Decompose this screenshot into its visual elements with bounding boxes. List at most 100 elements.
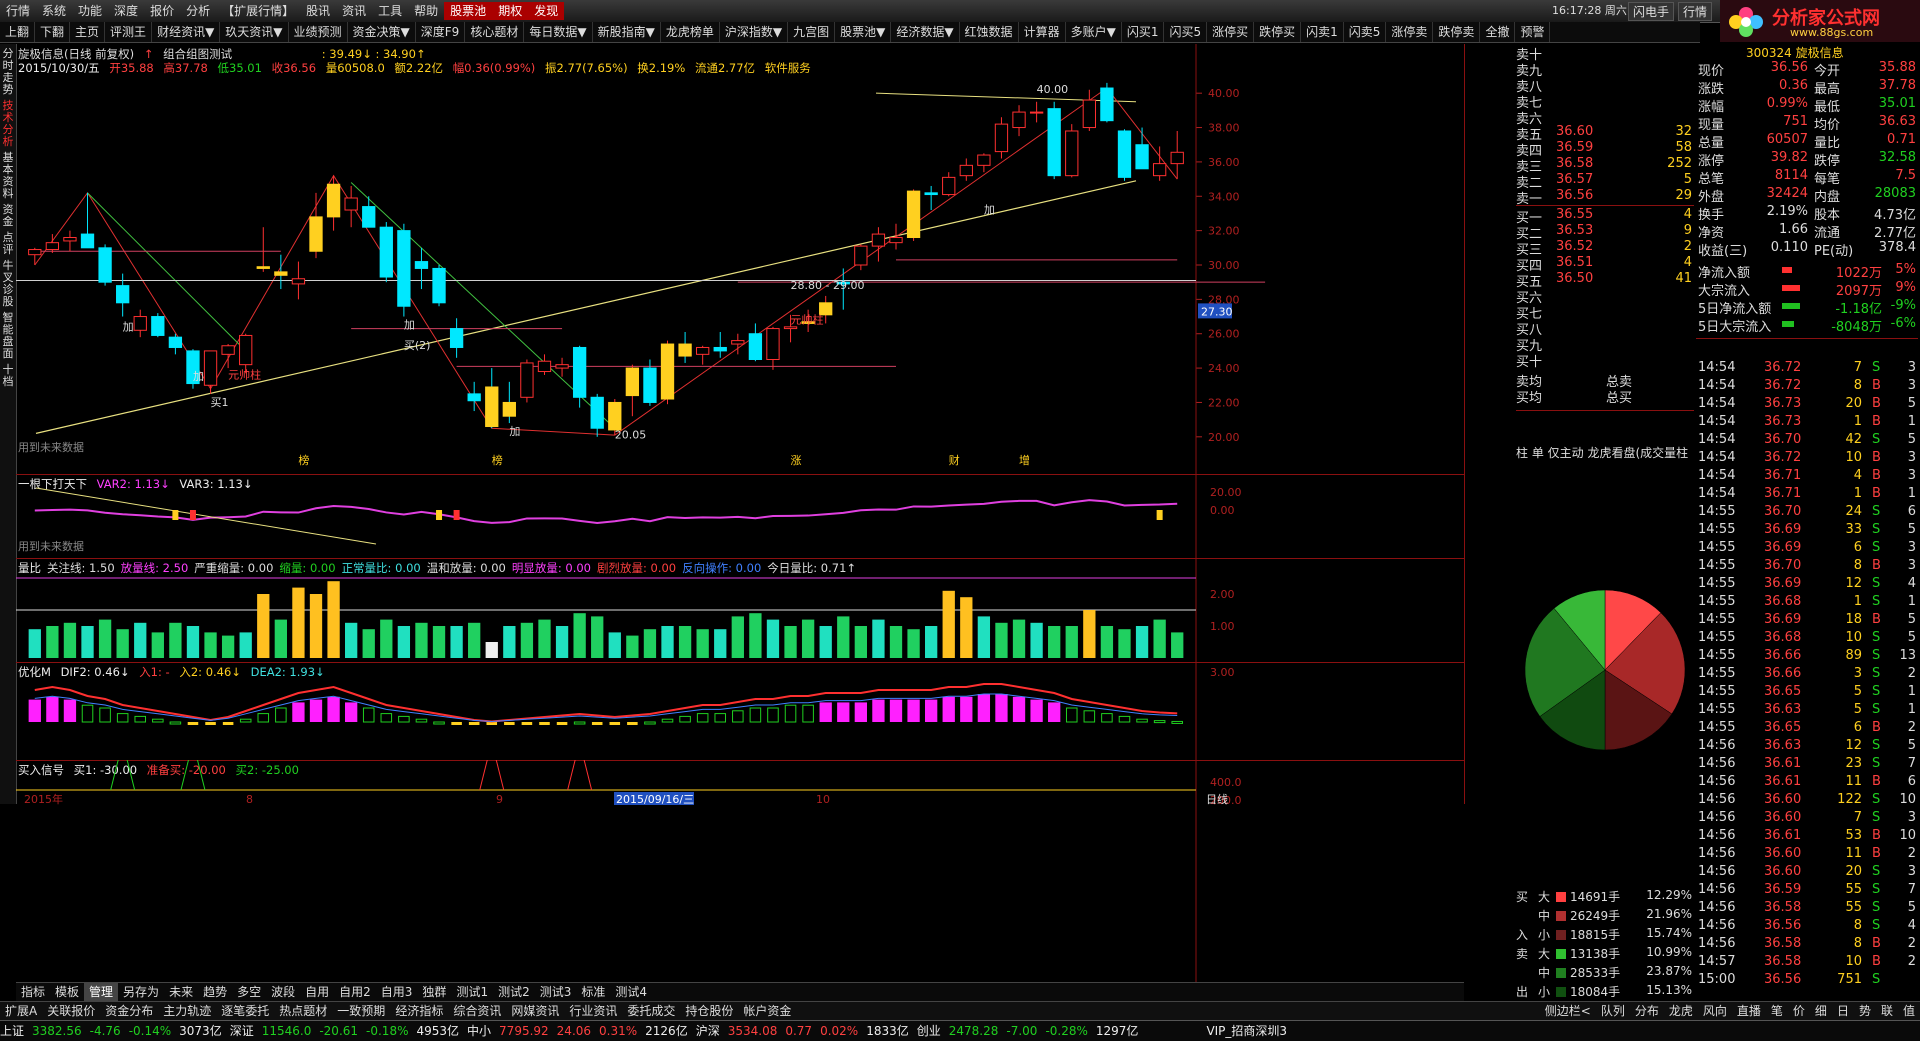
candle[interactable] [414, 247, 429, 290]
candle[interactable] [326, 175, 341, 231]
toolbar-item[interactable]: 跌停卖 [1433, 22, 1481, 42]
function-tab[interactable]: 行业资讯 [564, 1002, 622, 1020]
bid-row[interactable]: 买三 36.52 2 [1516, 239, 1694, 258]
left-tab[interactable]: 点评 [1, 232, 15, 256]
toolbar-item[interactable]: 预警 [1515, 22, 1551, 42]
bid-row[interactable]: 买七 [1516, 303, 1694, 322]
left-tab[interactable]: 牛叉诊股 [1, 260, 15, 308]
function-tab[interactable]: 关联报价 [42, 1002, 100, 1020]
toolbar-item[interactable]: 评测王 [105, 22, 153, 42]
ask-row[interactable]: 卖七 [1516, 92, 1694, 111]
candle[interactable] [1012, 105, 1026, 137]
ask-row[interactable]: 卖一 36.56 29 [1516, 188, 1694, 207]
candle[interactable] [555, 357, 569, 377]
toolbar-item[interactable]: 核心题材 [465, 22, 525, 42]
function-tab[interactable]: 一致预期 [332, 1002, 390, 1020]
ask-row[interactable]: 卖二 36.57 5 [1516, 172, 1694, 191]
bid-row[interactable]: 买四 36.51 4 [1516, 255, 1694, 274]
candle[interactable] [291, 261, 306, 300]
candle[interactable] [449, 318, 464, 358]
toolbar-item[interactable]: 深度F9 [416, 22, 466, 42]
toolbar-item[interactable]: 计算器 [1019, 22, 1066, 42]
toolbar-item[interactable]: 跌停买 [1254, 22, 1302, 42]
function-tab[interactable]: 委托成交 [622, 1002, 680, 1020]
ask-row[interactable]: 卖十 [1516, 44, 1694, 63]
candle[interactable] [994, 117, 1009, 159]
candle[interactable] [713, 332, 727, 358]
bid-row[interactable]: 买六 [1516, 287, 1694, 306]
template-tab[interactable]: 多空 [232, 983, 266, 1001]
candle[interactable] [1117, 129, 1132, 181]
menu-item[interactable]: 深度 [108, 2, 144, 20]
toolbar-item[interactable]: 涨停卖 [1386, 22, 1434, 42]
side-tab[interactable]: 直播 [1732, 1002, 1766, 1020]
toolbar-item[interactable]: 业绩预测 [289, 22, 348, 42]
toolbar-item[interactable]: 涨停买 [1207, 22, 1255, 42]
function-tab[interactable]: 扩展A [0, 1002, 42, 1020]
side-tab[interactable]: 分布 [1630, 1002, 1664, 1020]
menu-item[interactable]: 报价 [144, 2, 180, 20]
candle[interactable] [432, 265, 446, 307]
menu-item[interactable]: 工具 [372, 2, 408, 20]
candle[interactable] [977, 153, 991, 173]
function-tab[interactable]: 综合资讯 [448, 1002, 506, 1020]
candle[interactable] [1029, 101, 1044, 123]
toolbar-item[interactable]: 沪深指数▼ [720, 22, 789, 42]
template-tab[interactable]: 自用2 [334, 983, 376, 1001]
ask-row[interactable]: 卖九 [1516, 60, 1694, 79]
toolbar-item[interactable]: 新股指南▼ [593, 22, 661, 42]
menu-item[interactable]: 股票池 [444, 2, 493, 20]
ask-row[interactable]: 卖八 [1516, 76, 1694, 95]
toolbar-item[interactable]: 下翻 [35, 22, 71, 42]
candle[interactable] [959, 158, 973, 181]
ask-row[interactable]: 卖三 36.58 252 [1516, 156, 1694, 175]
menu-item[interactable]: 帮助 [408, 2, 444, 20]
candle[interactable] [906, 189, 921, 241]
candle[interactable] [696, 345, 710, 365]
function-tab[interactable]: 持仓股份 [680, 1002, 738, 1020]
side-tab[interactable]: 细 [1810, 1002, 1832, 1020]
candle[interactable] [239, 333, 253, 374]
candle[interactable] [1170, 130, 1184, 180]
side-tab[interactable]: 龙虎 [1664, 1002, 1698, 1020]
candle[interactable] [98, 244, 112, 286]
quote-button[interactable]: 行情 [1678, 2, 1713, 21]
candle[interactable] [1082, 89, 1096, 131]
template-tab[interactable]: 独群 [417, 983, 451, 1001]
bid-row[interactable]: 买一 36.55 4 [1516, 207, 1694, 226]
candle[interactable] [1065, 124, 1079, 178]
toolbar-item[interactable]: 资金决策▼ [348, 22, 416, 42]
left-tab[interactable]: 分时走势 [1, 48, 15, 96]
indicator-chart-1[interactable]: 20.00 0.00 [16, 474, 1464, 558]
template-tab[interactable]: 管理 [84, 983, 119, 1001]
candle[interactable] [1152, 146, 1167, 181]
candle[interactable] [485, 368, 499, 429]
toolbar-item[interactable]: 全撤 [1480, 22, 1516, 42]
template-tab[interactable]: 波段 [266, 983, 300, 1001]
toolbar-item[interactable]: 上翻 [0, 22, 36, 42]
index-label[interactable]: 沪深 [696, 1024, 720, 1038]
candle[interactable] [221, 344, 235, 369]
toolbar-item[interactable]: 九宫图 [788, 22, 836, 42]
toolbar-item[interactable]: 龙虎榜单 [661, 22, 720, 42]
template-tab[interactable]: 模板 [50, 983, 84, 1001]
side-tab[interactable]: 价 [1788, 1002, 1810, 1020]
index-label[interactable]: 上证 [0, 1024, 24, 1038]
candle[interactable] [1100, 82, 1114, 123]
template-tab[interactable]: 自用 [300, 983, 334, 1001]
template-tab[interactable]: 未来 [164, 983, 198, 1001]
candle[interactable] [942, 172, 956, 197]
template-tab[interactable]: 测试3 [535, 983, 577, 1001]
candle[interactable] [854, 244, 868, 271]
toolbar-item[interactable]: 股票池▼ [835, 22, 892, 42]
candle[interactable] [1047, 101, 1061, 180]
function-tab[interactable]: 帐户资金 [738, 1002, 796, 1020]
side-tab[interactable]: 队列 [1596, 1002, 1630, 1020]
function-tab[interactable]: 逐笔委托 [216, 1002, 274, 1020]
toolbar-item[interactable]: 闪卖1 [1301, 22, 1344, 42]
candle[interactable] [362, 196, 376, 228]
menu-item[interactable]: 股讯 [300, 2, 336, 20]
function-tab[interactable]: 主力轨迹 [158, 1002, 216, 1020]
menu-item[interactable]: 【扩展行情】 [216, 2, 300, 20]
candle[interactable] [678, 332, 692, 363]
